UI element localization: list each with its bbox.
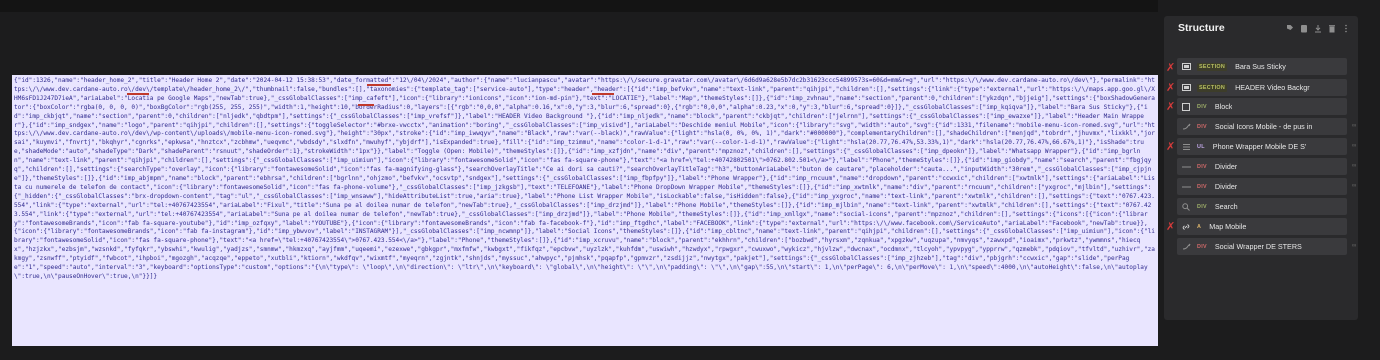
structure-item-label: Divider (1214, 162, 1238, 171)
clipboard-icon[interactable] (1300, 24, 1308, 33)
structure-panel: Structure SECTION Bara Sus Sticky SECTIO… (1164, 16, 1358, 320)
structure-item-label: Phone Wrapper Mobile DE S' (1212, 142, 1307, 151)
section-icon (1181, 63, 1191, 71)
list-icon (1181, 143, 1191, 151)
element-tag: SECTION (1197, 62, 1228, 71)
top-toolbar-strip (0, 0, 1158, 12)
element-tag: DIV (1197, 243, 1207, 250)
structure-item-label: Social Wrapper DE STERS (1214, 242, 1302, 251)
social-icon (1181, 123, 1191, 131)
structure-item[interactable]: DIV Divider ∞ (1177, 158, 1356, 175)
structure-panel-header: Structure (1164, 16, 1358, 44)
section-icon (1181, 84, 1191, 92)
element-tag: UL (1197, 143, 1205, 150)
element-tag: DIV (1197, 183, 1207, 190)
element-tag: DIV (1197, 123, 1207, 130)
structure-item[interactable]: DIV Search (1177, 198, 1347, 215)
structure-item-label: HEADER Video Backgr (1235, 83, 1310, 92)
link-icon: ∞ (1352, 123, 1357, 129)
structure-item[interactable]: SECTION Bara Sus Sticky (1177, 58, 1347, 75)
code-area-bottom (12, 346, 1158, 360)
structure-item-label: Search (1214, 202, 1238, 211)
structure-item[interactable]: DIV Block (1177, 98, 1347, 115)
json-code-selection[interactable]: {"id":1326,"name":"header_home_2","title… (12, 75, 1158, 346)
structure-item[interactable]: DIV Social Icons Mobile - de pus in ∞ (1177, 118, 1356, 135)
underline-mark-header (592, 93, 614, 95)
tag-icon[interactable] (1286, 24, 1294, 33)
social-icon (1181, 243, 1191, 251)
link-icon: ∞ (1352, 243, 1357, 249)
delete-mark-icon: ✗ (1166, 81, 1176, 94)
divider-icon (1181, 183, 1191, 191)
structure-panel-title: Structure (1178, 22, 1225, 34)
underline-mark-width (358, 104, 374, 106)
element-tag: DIV (1197, 203, 1207, 210)
element-tag: SECTION (1197, 83, 1228, 92)
structure-item[interactable]: A Map Mobile (1177, 218, 1347, 235)
link-icon: ∞ (1352, 183, 1357, 189)
structure-item-label: Bara Sus Sticky (1235, 62, 1286, 71)
delete-mark-icon: ✗ (1166, 100, 1176, 113)
search-icon (1181, 202, 1191, 211)
underline-mark-url (127, 93, 149, 95)
delete-mark-icon: ✗ (1166, 61, 1176, 74)
block-icon (1181, 102, 1191, 111)
structure-item-label: Block (1214, 102, 1233, 111)
download-icon[interactable] (1314, 24, 1322, 33)
structure-item[interactable]: DIV Social Wrapper DE STERS ∞ (1177, 238, 1356, 255)
delete-mark-icon: ✗ (1166, 140, 1176, 153)
element-tag: DIV (1197, 103, 1207, 110)
link-icon: ∞ (1352, 143, 1357, 149)
link-icon (1181, 223, 1191, 231)
structure-item-label: Social Icons Mobile - de pus in (1214, 122, 1313, 131)
structure-panel-toolbar (1286, 24, 1350, 33)
structure-item-label: Divider (1214, 182, 1238, 191)
drag-icon[interactable] (1342, 24, 1350, 33)
structure-item[interactable]: DIV Divider ∞ (1177, 178, 1356, 195)
json-code-text: {"id":1326,"name":"header_home_2","title… (14, 77, 1155, 280)
trash-icon[interactable] (1328, 24, 1336, 33)
link-icon: ∞ (1352, 163, 1357, 169)
underline-mark-date (367, 84, 391, 86)
structure-item[interactable]: SECTION HEADER Video Backgr (1177, 79, 1347, 96)
element-tag: A (1197, 223, 1202, 230)
structure-item[interactable]: UL Phone Wrapper Mobile DE S' ∞ (1177, 138, 1356, 155)
delete-mark-icon: ✗ (1166, 220, 1176, 233)
element-tag: DIV (1197, 163, 1207, 170)
structure-item-label: Map Mobile (1209, 222, 1247, 231)
divider-icon (1181, 163, 1191, 171)
